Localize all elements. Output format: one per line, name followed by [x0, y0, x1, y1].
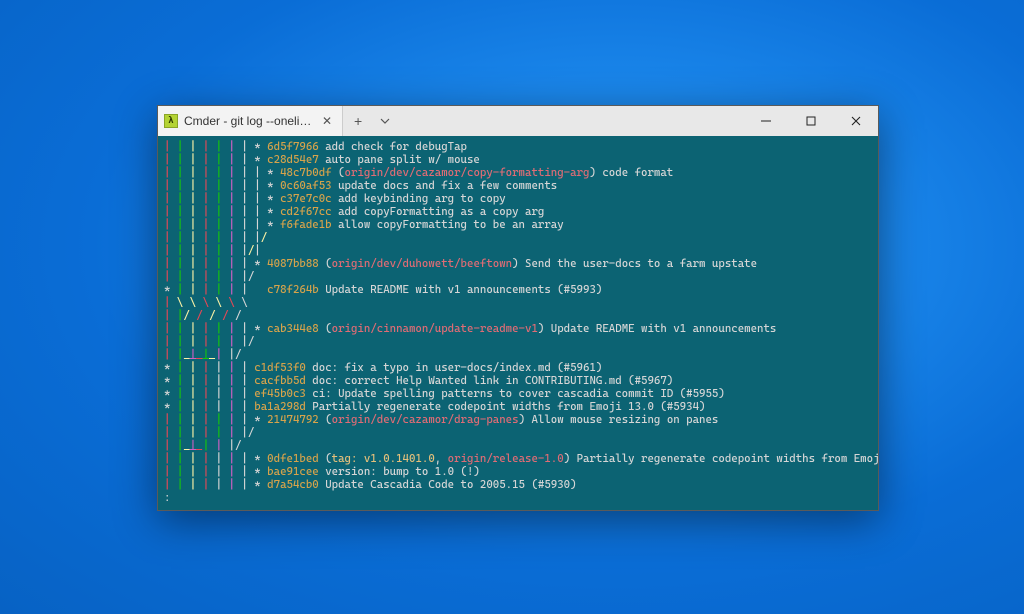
git-log-line: * | | | | | | c1df53f0 doc: fix a typo i…: [164, 361, 872, 374]
pager-prompt[interactable]: :: [164, 491, 872, 504]
close-icon: [851, 116, 861, 126]
git-log-line: * | | | | | | cacfbb5d doc: correct Help…: [164, 374, 872, 387]
terminal-window: λ Cmder - git log --oneline --all - ✕ + …: [157, 105, 879, 511]
tab-title: Cmder - git log --oneline --all -: [184, 114, 314, 128]
maximize-button[interactable]: [788, 106, 833, 136]
chevron-down-icon: [380, 116, 390, 126]
git-log-line: | | | | | | | * 4087bb88 (origin/dev/duh…: [164, 257, 872, 270]
git-log-line: | | | | | | | * cab344e8 (origin/cinnamo…: [164, 322, 872, 335]
tab-close-button[interactable]: ✕: [320, 114, 334, 128]
git-log-line: | | | | | | | * 6d5f7966 add check for d…: [164, 140, 872, 153]
titlebar-drag-region[interactable]: [397, 106, 743, 136]
git-log-line: | |_|_|_| |/: [164, 348, 872, 361]
git-log-line: | \ \ \ \ \ \: [164, 296, 872, 309]
git-log-line: * | | | | | | c78f264b Update README wit…: [164, 283, 872, 296]
git-log-line: | | | | | | | | * c37e7c0c add keybindin…: [164, 192, 872, 205]
minimize-icon: [761, 116, 771, 126]
git-log-line: | | | | | | | * 21474792 (origin/dev/caz…: [164, 413, 872, 426]
git-log-line: | | | | | | | | * 48c7b0df (origin/dev/c…: [164, 166, 872, 179]
git-log-line: | | | | | | | * 0dfe1bed (tag: v1.0.1401…: [164, 452, 872, 465]
close-button[interactable]: [833, 106, 878, 136]
git-log-line: | |/ / / / /: [164, 309, 872, 322]
git-log-line: | |_|_| | |/: [164, 439, 872, 452]
git-log-line: | | | | | | |/: [164, 335, 872, 348]
maximize-icon: [806, 116, 816, 126]
git-log-line: | | | | | | | * d7a54cb0 Update Cascadia…: [164, 478, 872, 491]
git-log-line: | | | | | | | * c28d54e7 auto pane split…: [164, 153, 872, 166]
git-log-line: | | | | | | |/: [164, 270, 872, 283]
git-log-line: | | | | | | | | * cd2f67cc add copyForma…: [164, 205, 872, 218]
git-log-line: | | | | | | |/|: [164, 244, 872, 257]
git-log-line: | | | | | | | | * 0c60af53 update docs a…: [164, 179, 872, 192]
tab-dropdown-button[interactable]: [373, 106, 397, 136]
minimize-button[interactable]: [743, 106, 788, 136]
window-controls: [743, 106, 878, 136]
git-log-line: * | | | | | | ba1a298d Partially regener…: [164, 400, 872, 413]
terminal-output[interactable]: | | | | | | | * 6d5f7966 add check for d…: [158, 136, 878, 510]
tab-active[interactable]: λ Cmder - git log --oneline --all - ✕: [158, 106, 343, 136]
git-log-line: | | | | | | | |/: [164, 231, 872, 244]
new-tab-button[interactable]: +: [343, 106, 373, 136]
cmder-icon: λ: [164, 114, 178, 128]
git-log-line: | | | | | | | | * f6fade1b allow copyFor…: [164, 218, 872, 231]
titlebar[interactable]: λ Cmder - git log --oneline --all - ✕ +: [158, 106, 878, 136]
git-log-line: | | | | | | |/: [164, 426, 872, 439]
git-log-line: | | | | | | | * bae91cee version: bump t…: [164, 465, 872, 478]
git-log-line: * | | | | | | ef45b0c3 ci: Update spelli…: [164, 387, 872, 400]
